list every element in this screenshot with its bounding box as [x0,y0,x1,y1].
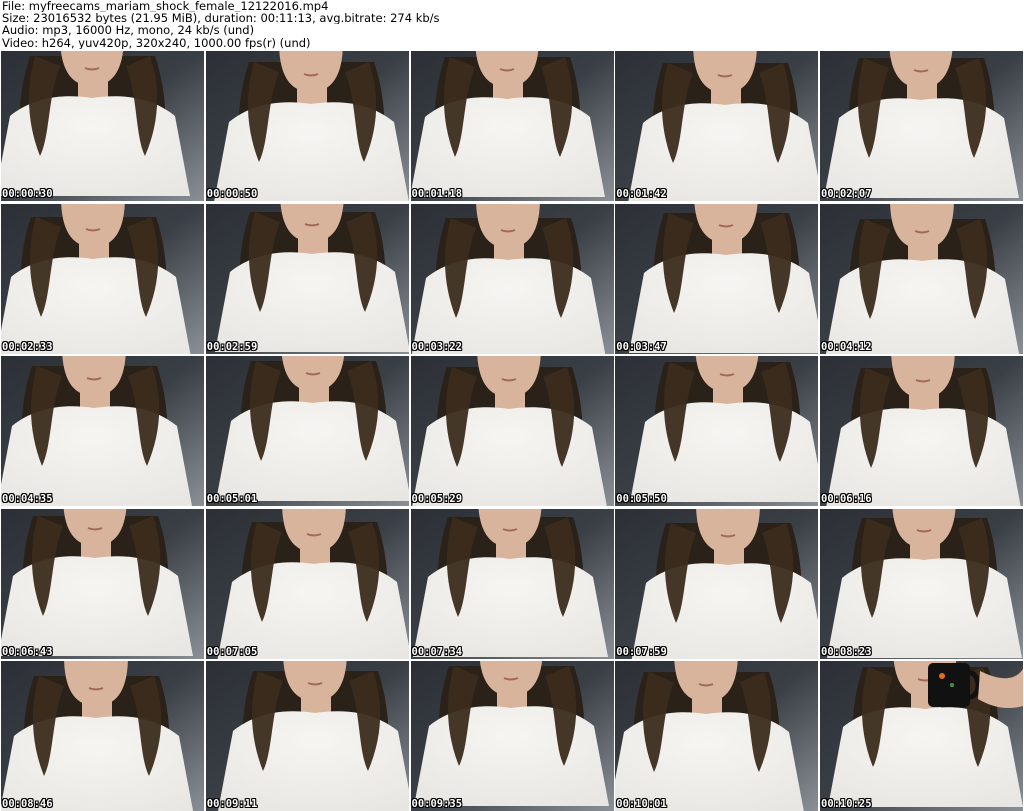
frame-image [615,356,819,506]
thumbnail-timestamp: 00:02:59 [206,340,258,353]
frame-image [1,661,204,811]
video-info-line: Video: h264, yuv420p, 320x240, 1000.00 f… [2,36,311,49]
video-thumbnail: 00:05:29 [410,356,614,506]
video-thumbnail: 00:02:07 [820,51,1023,201]
file-name-line: File: myfreecams_mariam_shock_female_121… [2,0,329,13]
thumbnail-timestamp: 00:05:29 [411,493,463,505]
frame-image [205,356,409,506]
video-thumbnail: 00:06:43 [1,508,204,659]
thumbnail-timestamp: 00:08:46 [2,798,53,810]
frame-image [205,51,409,201]
video-thumbnail: 00:05:50 [615,356,819,506]
video-thumbnail: 00:08:23 [820,508,1023,659]
file-size-line: Size: 23016532 bytes (21.95 MiB), durati… [2,12,440,25]
frame-image [205,661,409,811]
video-thumbnail: 00:00:50 [205,51,409,201]
frame-image [1,356,204,506]
thumbnail-timestamp: 00:02:07 [821,188,872,200]
video-thumbnail: 00:10:01 [615,661,819,811]
thumbnail-timestamp: 00:04:35 [2,493,53,505]
frame-image [205,508,409,659]
frame-image [410,661,614,811]
frame-image [820,356,1023,506]
video-thumbnail: 00:10:25 [820,661,1023,811]
video-thumbnail: 00:07:59 [615,508,819,659]
video-thumbnail: 00:07:34 [410,508,614,659]
thumbnail-timestamp: 00:03:47 [616,340,667,353]
video-thumbnail: 00:00:30 [1,51,204,201]
thumbnail-timestamp: 00:01:42 [616,188,667,200]
frame-image [1,203,204,354]
thumbnail-timestamp: 00:05:50 [616,493,667,505]
thumbnail-timestamp: 00:01:18 [411,188,463,200]
thumbnail-timestamp: 00:00:50 [206,188,258,200]
thumbnail-timestamp: 00:05:01 [206,493,258,505]
video-thumbnail: 00:02:59 [205,203,409,354]
thumbnail-timestamp: 00:08:23 [821,645,872,658]
frame-image [820,661,1023,811]
video-thumbnail: 00:04:35 [1,356,204,506]
video-thumbnail: 00:01:18 [410,51,614,201]
frame-image [410,356,614,506]
frame-image [615,203,819,354]
video-thumbnail: 00:02:33 [1,203,204,354]
frame-image [820,203,1023,354]
video-thumbnail: 00:09:11 [205,661,409,811]
video-thumbnail: 00:06:16 [820,356,1023,506]
thumbnail-timestamp: 00:07:34 [411,645,463,658]
thumbnail-timestamp: 00:06:43 [2,645,53,658]
video-thumbnail: 00:09:35 [410,661,614,811]
frame-image [820,508,1023,659]
frame-image [410,51,614,201]
thumbnail-timestamp: 00:03:22 [411,340,463,353]
video-thumbnail: 00:03:47 [615,203,819,354]
thumbnail-timestamp: 00:10:25 [821,798,872,810]
frame-image [820,51,1023,201]
frame-image [615,508,819,659]
video-thumbnail: 00:05:01 [205,356,409,506]
thumbnail-timestamp: 00:04:12 [821,340,872,353]
thumbnail-timestamp: 00:02:33 [2,340,53,353]
thumbnail-timestamp: 00:07:05 [206,645,258,658]
frame-image [615,51,819,201]
video-thumbnail: 00:07:05 [205,508,409,659]
video-thumbnail: 00:04:12 [820,203,1023,354]
frame-image [410,508,614,659]
video-thumbnail: 00:03:22 [410,203,614,354]
file-info-header: File: myfreecams_mariam_shock_female_121… [2,0,1020,50]
frame-image [1,51,204,201]
frame-image [1,508,204,659]
frame-image [615,661,819,811]
frame-image [205,203,409,354]
thumbnail-timestamp: 00:10:01 [616,798,667,810]
video-thumbnail: 00:01:42 [615,51,819,201]
thumbnail-timestamp: 00:09:35 [411,798,463,810]
thumbnail-timestamp: 00:07:59 [616,645,667,658]
thumbnail-timestamp: 00:06:16 [821,493,872,505]
thumbnail-timestamp: 00:09:11 [206,798,258,810]
video-thumbnail: 00:08:46 [1,661,204,811]
audio-info-line: Audio: mp3, 16000 Hz, mono, 24 kb/s (und… [2,24,255,37]
frame-image [410,203,614,354]
thumbnail-grid: 00:00:30 00:00:50 00:01:18 00:01:42 00:0… [1,51,1023,811]
thumbnail-timestamp: 00:00:30 [2,188,53,200]
